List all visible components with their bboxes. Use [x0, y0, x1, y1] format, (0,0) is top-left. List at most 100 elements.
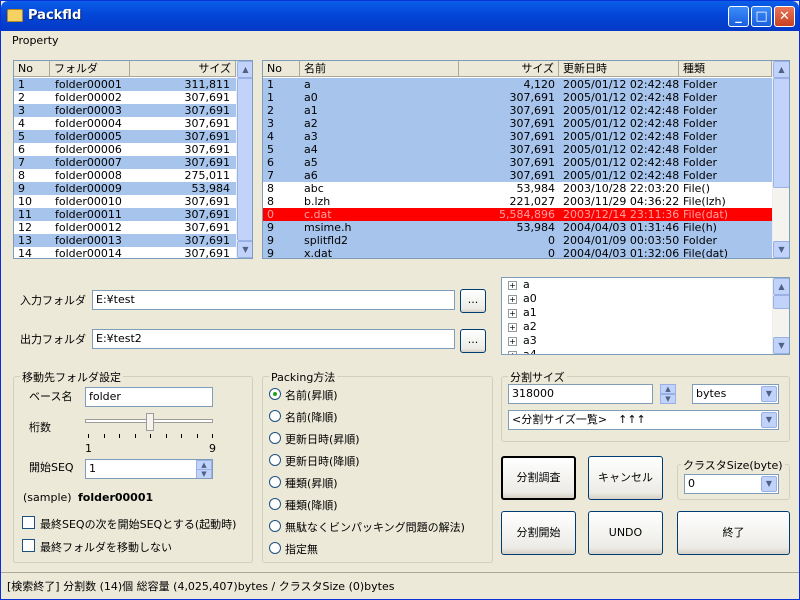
tree-item[interactable]: + a1 [508, 306, 537, 320]
table-row[interactable]: 2 a1 307,691 2005/01/12 02:42:48 Folder [263, 104, 772, 117]
output-folder-field[interactable]: E:¥test2 [92, 329, 455, 349]
chevron-down-icon[interactable]: ▼ [761, 386, 777, 402]
digits-slider[interactable] [85, 413, 213, 431]
header-folder[interactable]: フォルダ [50, 61, 130, 77]
header-size[interactable]: サイズ [130, 61, 236, 77]
table-row[interactable]: 8 folder00008 275,011 [14, 169, 236, 182]
header-date[interactable]: 更新日時 [559, 61, 679, 77]
radio-button[interactable] [269, 542, 281, 554]
scroll-up-icon[interactable]: ▲ [773, 61, 789, 78]
table-row[interactable]: 8 abc 53,984 2003/10/28 22:03:20 File() [263, 182, 772, 195]
header-size[interactable]: サイズ [459, 61, 559, 77]
exit-button[interactable]: 終了 [677, 511, 790, 555]
chevron-down-icon[interactable]: ▼ [761, 412, 777, 428]
table-row[interactable]: 7 a6 307,691 2005/01/12 02:42:48 Folder [263, 169, 772, 182]
output-browse-button[interactable]: ... [460, 329, 486, 353]
radio-button[interactable] [269, 432, 281, 444]
table-row[interactable]: 7 folder00007 307,691 [14, 156, 236, 169]
radio-button[interactable] [269, 520, 281, 532]
slider-thumb[interactable] [146, 413, 154, 431]
expand-icon[interactable]: + [508, 350, 517, 354]
chevron-down-icon[interactable]: ▼ [761, 476, 777, 492]
radio-button[interactable] [269, 454, 281, 466]
header-type[interactable]: 種類 [679, 61, 772, 77]
split-size-field[interactable]: 318000 [508, 384, 653, 404]
tree-item[interactable]: + a3 [508, 334, 537, 348]
spin-up-icon[interactable]: ▲ [660, 384, 676, 394]
expand-icon[interactable]: + [508, 308, 517, 318]
table-row[interactable]: 9 splitfld2 0 2004/01/09 00:03:50 Folder [263, 234, 772, 247]
scroll-down-icon[interactable]: ▼ [237, 241, 252, 258]
file-list[interactable]: No 名前 サイズ 更新日時 種類 1 a 4,120 2005/01/12 02:4… [262, 60, 790, 259]
spin-down-icon[interactable]: ▼ [660, 394, 676, 404]
radio-button[interactable] [269, 476, 281, 488]
no-move-last-checkbox[interactable] [22, 539, 35, 552]
tree-item[interactable]: + a0 [508, 292, 537, 306]
radio-button[interactable] [269, 498, 281, 510]
scroll-up-icon[interactable]: ▲ [773, 278, 789, 295]
base-name-field[interactable]: folder [85, 387, 213, 407]
table-row[interactable]: 0 c.dat 5,584,896 2003/12/14 23:11:36 File(d… [263, 208, 772, 221]
table-row[interactable]: 4 a3 307,691 2005/01/12 02:42:48 Folder [263, 130, 772, 143]
table-row[interactable]: 4 folder00004 307,691 [14, 117, 236, 130]
split-size-list-select[interactable]: <分割サイズ一覧> ↑↑↑ ▼ [508, 410, 779, 430]
scroll-down-icon[interactable]: ▼ [773, 337, 789, 354]
expand-icon[interactable]: + [508, 322, 517, 332]
expand-icon[interactable]: + [508, 294, 517, 304]
table-row[interactable]: 1 folder00001 311,811 [14, 78, 236, 91]
table-row[interactable]: 3 a2 307,691 2005/01/12 02:42:48 Folder [263, 117, 772, 130]
radio-button[interactable] [269, 388, 281, 400]
input-browse-button[interactable]: ... [460, 289, 486, 313]
undo-button[interactable]: UNDO [588, 511, 663, 555]
cancel-button[interactable]: キャンセル [588, 456, 663, 500]
input-folder-field[interactable]: E:¥test [92, 290, 455, 310]
folder-list[interactable]: No フォルダ サイズ 1 folder00001 311,811 2 folder00… [13, 60, 253, 259]
title-bar[interactable]: Packfld _ □ ✕ [1, 1, 799, 31]
table-row[interactable]: 5 folder00005 307,691 [14, 130, 236, 143]
folder-tree[interactable]: + a + a0 + a1 + a2 + a3 + a4 ▲ ▼ [501, 277, 790, 355]
table-row[interactable]: 10 folder00010 307,691 [14, 195, 236, 208]
file-list-scrollbar[interactable]: ▲ ▼ [772, 61, 789, 258]
investigate-button[interactable]: 分割調査 [501, 456, 576, 500]
tree-item[interactable]: + a2 [508, 320, 537, 334]
table-row[interactable]: 12 folder00012 307,691 [14, 221, 236, 234]
table-row[interactable]: 9 x.dat 0 2004/04/03 01:32:06 File(dat) [263, 247, 772, 258]
table-row[interactable]: 9 msime.h 53,984 2004/04/03 01:31:46 File(h) [263, 221, 772, 234]
table-row[interactable]: 13 folder00013 307,691 [14, 234, 236, 247]
table-row[interactable]: 9 folder00009 53,984 [14, 182, 236, 195]
table-row[interactable]: 3 folder00003 307,691 [14, 104, 236, 117]
no-move-last-checkbox-label[interactable]: 最終フォルダを移動しない [40, 539, 172, 555]
radio-button[interactable] [269, 410, 281, 422]
table-row[interactable]: 14 folder00014 307,691 [14, 247, 236, 258]
scroll-thumb[interactable] [773, 78, 789, 188]
table-row[interactable]: 2 folder00002 307,691 [14, 91, 236, 104]
last-seq-checkbox[interactable] [22, 516, 35, 529]
header-no[interactable]: No [263, 61, 300, 77]
header-name[interactable]: 名前 [300, 61, 459, 77]
spin-down-icon[interactable]: ▼ [196, 469, 212, 478]
expand-icon[interactable]: + [508, 280, 517, 290]
split-start-button[interactable]: 分割開始 [501, 511, 576, 555]
table-row[interactable]: 6 a5 307,691 2005/01/12 02:42:48 Folder [263, 156, 772, 169]
maximize-button[interactable]: □ [751, 6, 772, 27]
scroll-up-icon[interactable]: ▲ [237, 61, 252, 78]
tree-item[interactable]: + a4 [508, 348, 537, 354]
table-row[interactable]: 8 b.lzh 221,027 2003/11/29 04:36:22 File(lzh… [263, 195, 772, 208]
start-seq-field[interactable]: 1 ▲ ▼ [85, 459, 213, 479]
scroll-down-icon[interactable]: ▼ [773, 241, 789, 258]
header-no[interactable]: No [14, 61, 50, 77]
expand-icon[interactable]: + [508, 336, 517, 346]
tree-item[interactable]: + a [508, 278, 530, 292]
folder-list-scrollbar[interactable]: ▲ ▼ [236, 61, 252, 258]
table-row[interactable]: 11 folder00011 307,691 [14, 208, 236, 221]
table-row[interactable]: 1 a 4,120 2005/01/12 02:42:48 Folder [263, 78, 772, 91]
table-row[interactable]: 1 a0 307,691 2005/01/12 02:42:48 Folder [263, 91, 772, 104]
scroll-thumb[interactable] [237, 78, 252, 241]
minimize-button[interactable]: _ [728, 6, 749, 27]
tree-scrollbar[interactable]: ▲ ▼ [772, 278, 789, 354]
unit-select[interactable]: bytes ▼ [692, 384, 779, 404]
scroll-thumb[interactable] [773, 295, 789, 309]
table-row[interactable]: 6 folder00006 307,691 [14, 143, 236, 156]
cluster-size-select[interactable]: 0 ▼ [684, 474, 779, 494]
close-button[interactable]: ✕ [774, 6, 795, 27]
